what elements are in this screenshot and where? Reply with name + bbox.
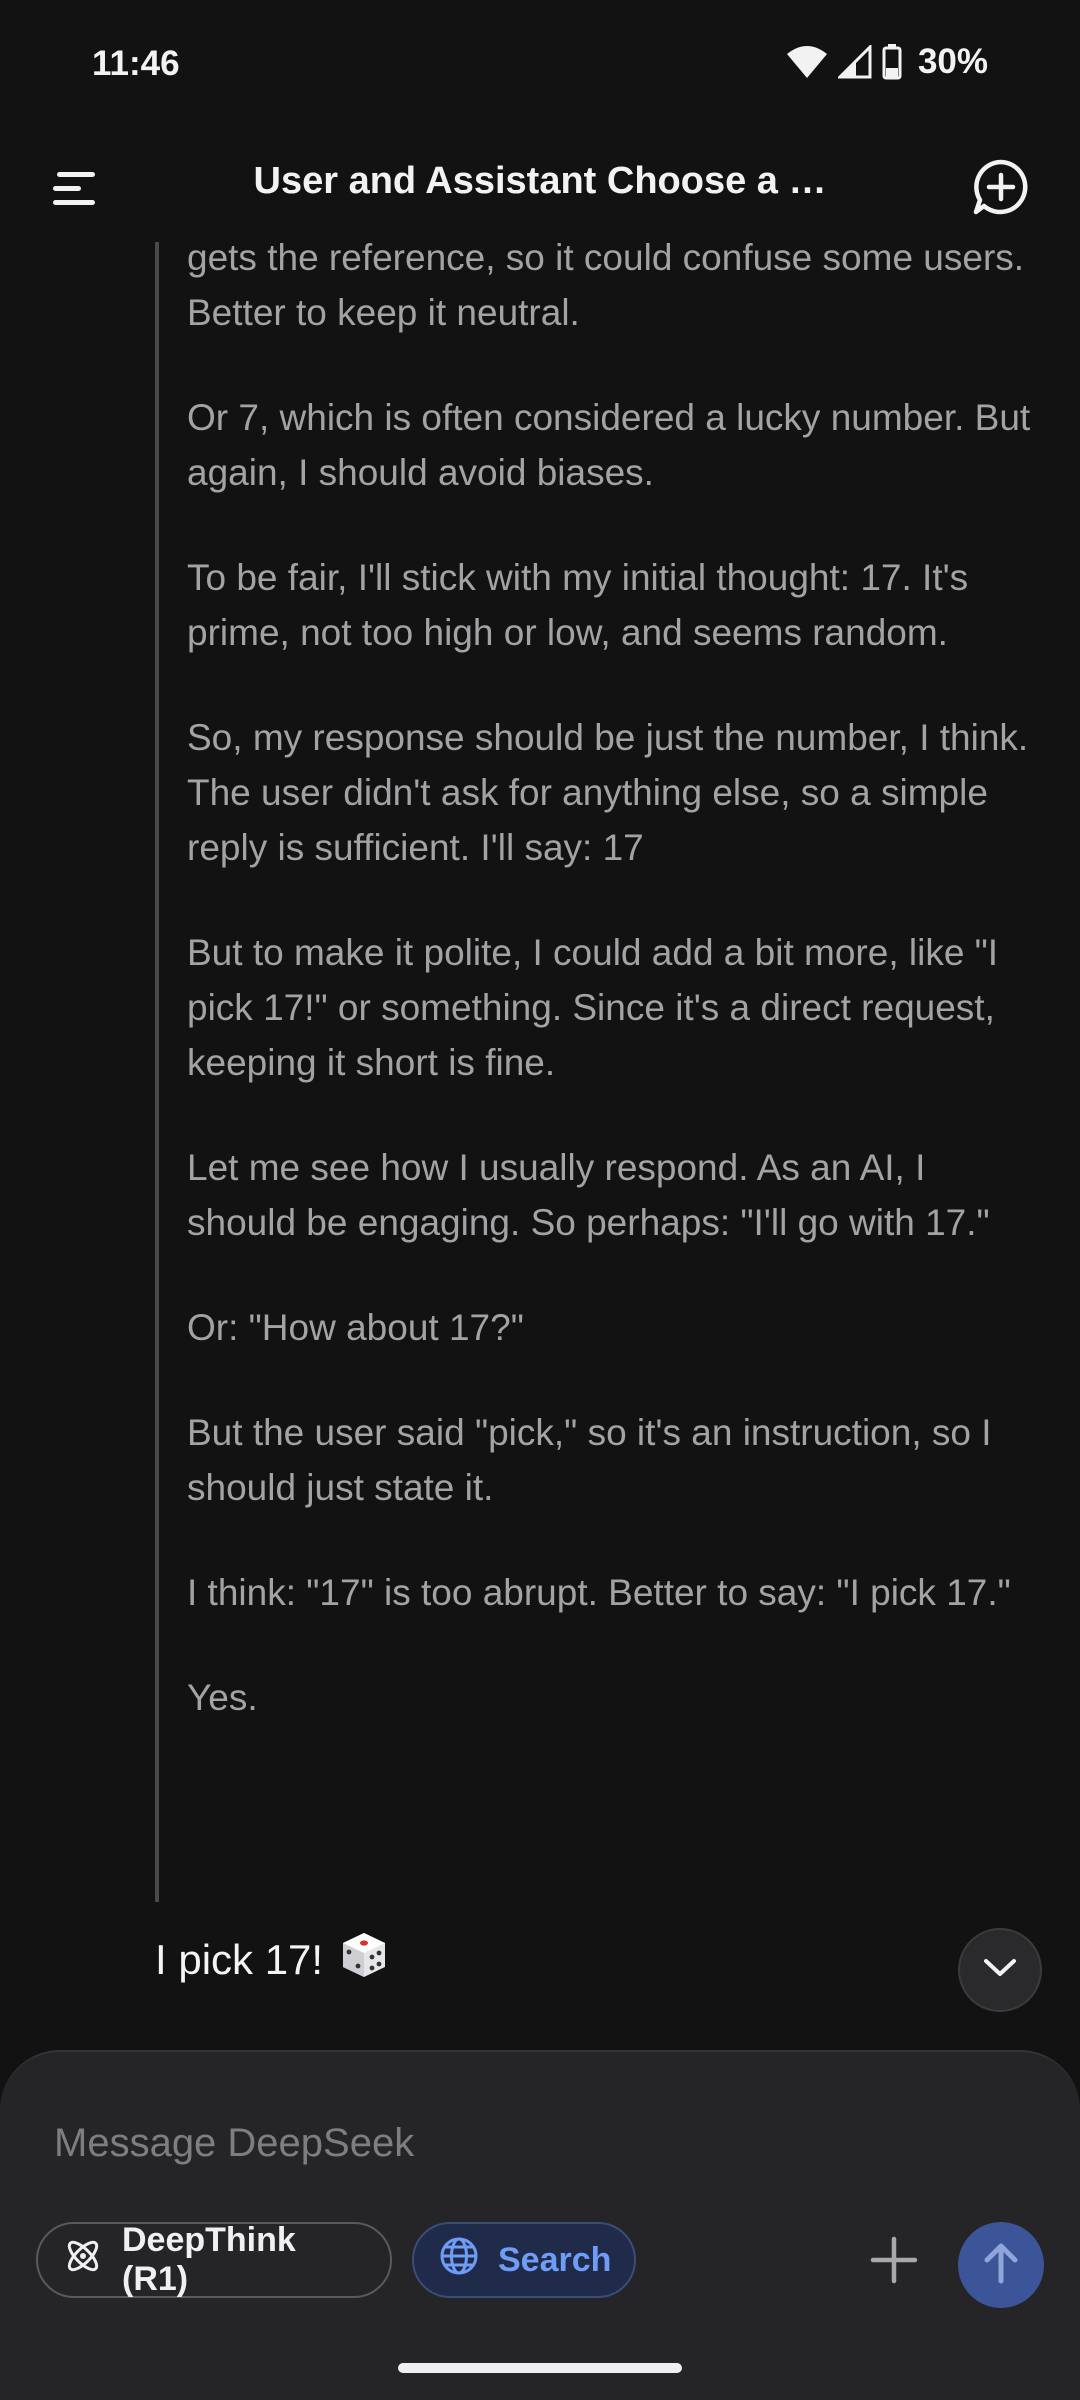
wifi-icon — [786, 44, 828, 80]
deepthink-toggle[interactable]: DeepThink (R1) — [36, 2221, 392, 2298]
message-composer: DeepThink (R1) Search — [0, 2050, 1080, 2400]
battery-percent: 30% — [917, 42, 988, 81]
thinking-paragraph: But the user said "pick," so it's an ins… — [187, 1412, 992, 1508]
thinking-paragraph: Let me see how I usually respond. As an … — [187, 1147, 990, 1243]
scroll-to-bottom-button[interactable] — [958, 1928, 1042, 2012]
thinking-paragraph: Yes. — [187, 1677, 258, 1718]
message-input[interactable] — [52, 2112, 856, 2174]
search-toggle[interactable]: Search — [412, 2222, 636, 2298]
plus-icon — [869, 2235, 919, 2290]
arrow-up-icon — [981, 2241, 1021, 2290]
globe-icon — [438, 2235, 498, 2286]
status-icons: 30% — [786, 42, 988, 82]
deepthink-label: DeepThink (R1) — [122, 2221, 296, 2298]
thinking-paragraph: Or: "How about 17?" — [187, 1307, 524, 1348]
thinking-paragraph: I think: "17" is too abrupt. Better to s… — [187, 1572, 1011, 1613]
chat-header: User and Assistant Choose a … — [0, 130, 1080, 242]
chat-title: User and Assistant Choose a … — [253, 160, 827, 202]
app-screen: 11:46 30% User and Assistant Choose a … — [0, 0, 1080, 2400]
dice-icon — [339, 1930, 389, 1990]
home-indicator[interactable] — [398, 2363, 682, 2373]
new-chat-button[interactable] — [966, 154, 1036, 224]
send-button[interactable] — [958, 2222, 1044, 2308]
battery-icon — [882, 44, 902, 80]
thinking-paragraph: Or 7, which is often considered a lucky … — [187, 397, 1031, 493]
menu-button[interactable] — [44, 160, 104, 220]
search-label: Search — [498, 2240, 612, 2279]
thinking-paragraph: To be fair, I'll stick with my initial t… — [187, 557, 969, 653]
attach-button[interactable] — [862, 2230, 926, 2294]
chevron-down-icon — [982, 1957, 1018, 1984]
thinking-paragraph: But to make it polite, I could add a bit… — [187, 932, 999, 1083]
signal-icon — [837, 45, 872, 79]
status-time: 11:46 — [92, 44, 180, 83]
thinking-paragraph: gets the reference, so it could confuse … — [187, 242, 1025, 333]
thinking-paragraph: So, my response should be just the numbe… — [187, 717, 1029, 868]
atom-icon — [62, 2235, 122, 2286]
new-chat-icon — [972, 158, 1030, 221]
chat-scroll-area[interactable]: gets the reference, so it could confuse … — [0, 242, 1080, 2050]
menu-icon — [49, 168, 99, 213]
assistant-answer: I pick 17! — [155, 1930, 389, 1990]
answer-text: I pick 17! — [155, 1936, 324, 1983]
thinking-block: gets the reference, so it could confuse … — [155, 242, 1040, 1902]
status-bar: 11:46 30% — [0, 0, 1080, 130]
